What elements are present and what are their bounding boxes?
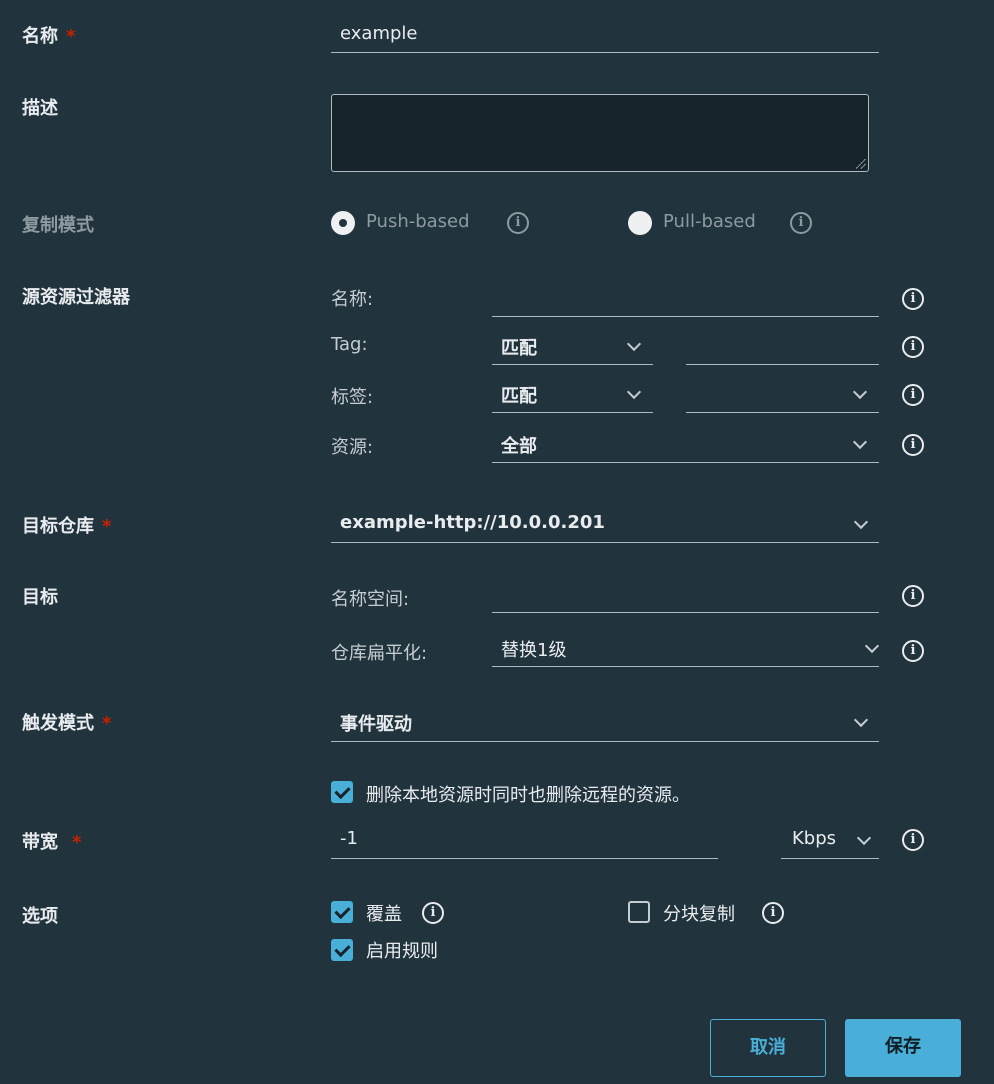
bandwidth-value: -1	[340, 828, 358, 849]
required-marker: *	[102, 516, 112, 537]
source-filter-label: 源资源过滤器	[22, 287, 130, 308]
save-button[interactable]: 保存	[845, 1019, 961, 1077]
delete-remote-checkbox[interactable]	[331, 781, 353, 803]
bandwidth-info-icon[interactable]: i	[902, 829, 924, 851]
resize-handle-icon[interactable]	[856, 159, 866, 169]
replication-mode-label: 复制模式	[22, 215, 94, 236]
pull-based-label: Pull-based	[663, 211, 756, 232]
filter-tag-info-icon[interactable]: i	[902, 336, 924, 358]
target-registry-value: example-http://10.0.0.201	[340, 512, 605, 533]
tag-match-select[interactable]: 匹配	[492, 328, 653, 365]
description-textarea[interactable]	[331, 94, 869, 172]
target-registry-select[interactable]: example-http://10.0.0.201	[331, 506, 879, 543]
resource-select[interactable]: 全部	[492, 426, 879, 463]
target-registry-label: 目标仓库 *	[22, 516, 112, 537]
tag-match-value: 匹配	[501, 338, 537, 359]
chevron-down-icon	[853, 514, 869, 530]
trigger-mode-value: 事件驱动	[340, 714, 412, 735]
push-based-info-icon[interactable]: i	[507, 212, 529, 234]
filter-resource-label: 资源:	[331, 437, 374, 458]
filter-name-label: 名称:	[331, 289, 374, 310]
chevron-down-icon	[626, 336, 642, 352]
chevron-down-icon	[852, 384, 868, 400]
bandwidth-input[interactable]: -1	[331, 822, 718, 859]
filter-label-label: 标签:	[331, 387, 374, 408]
push-based-label: Push-based	[366, 211, 470, 232]
trigger-mode-label: 触发模式 *	[22, 713, 112, 734]
override-checkbox[interactable]	[331, 901, 353, 923]
filter-resource-info-icon[interactable]: i	[902, 434, 924, 456]
name-label: 名称 *	[22, 26, 76, 47]
flatten-label: 仓库扁平化:	[331, 643, 428, 664]
namespace-info-icon[interactable]: i	[902, 585, 924, 607]
flatten-value: 替换1级	[501, 640, 567, 661]
push-based-radio[interactable]	[331, 211, 355, 235]
name-input-value: example	[340, 23, 418, 44]
bandwidth-unit-select[interactable]: Kbps	[781, 822, 879, 859]
resource-value: 全部	[501, 436, 537, 457]
required-marker: *	[102, 713, 112, 734]
name-input[interactable]: example	[331, 18, 879, 53]
required-marker: *	[66, 26, 76, 47]
chevron-down-icon	[626, 384, 642, 400]
pull-based-info-icon[interactable]: i	[790, 212, 812, 234]
trigger-mode-select[interactable]: 事件驱动	[331, 703, 879, 742]
tag-filter-input[interactable]	[686, 328, 879, 365]
bandwidth-label: 带宽 *	[22, 832, 82, 853]
options-label: 选项	[22, 906, 58, 927]
pull-based-radio[interactable]	[628, 211, 652, 235]
target-label: 目标	[22, 587, 58, 608]
enable-rule-label: 启用规则	[366, 941, 438, 962]
required-marker: *	[72, 832, 82, 853]
delete-remote-label: 删除本地资源时同时也删除远程的资源。	[366, 785, 690, 806]
filter-tag-label: Tag:	[331, 334, 368, 355]
override-label: 覆盖	[366, 904, 402, 925]
label-match-select[interactable]: 匹配	[492, 376, 653, 413]
flatten-info-icon[interactable]: i	[902, 640, 924, 662]
enable-rule-checkbox[interactable]	[331, 939, 353, 961]
chunked-label: 分块复制	[663, 904, 735, 925]
label-value-select[interactable]	[686, 376, 879, 413]
filter-label-info-icon[interactable]: i	[902, 384, 924, 406]
override-info-icon[interactable]: i	[422, 902, 444, 924]
description-label: 描述	[22, 98, 58, 119]
label-match-value: 匹配	[501, 386, 537, 407]
chevron-down-icon	[864, 638, 880, 654]
chunked-checkbox[interactable]	[628, 901, 650, 923]
chunked-info-icon[interactable]: i	[762, 902, 784, 924]
namespace-input[interactable]	[492, 576, 879, 613]
filter-name-info-icon[interactable]: i	[902, 288, 924, 310]
bandwidth-unit-value: Kbps	[792, 828, 837, 849]
chevron-down-icon	[853, 712, 869, 728]
replication-rule-form: 名称 * example 描述 复制模式 Push-based i Pull-ba…	[0, 0, 994, 1084]
cancel-button[interactable]: 取消	[710, 1019, 826, 1077]
namespace-label: 名称空间:	[331, 589, 410, 610]
flatten-select[interactable]: 替换1级	[492, 630, 880, 667]
chevron-down-icon	[856, 830, 872, 846]
filter-name-input[interactable]	[492, 280, 879, 317]
chevron-down-icon	[852, 434, 868, 450]
